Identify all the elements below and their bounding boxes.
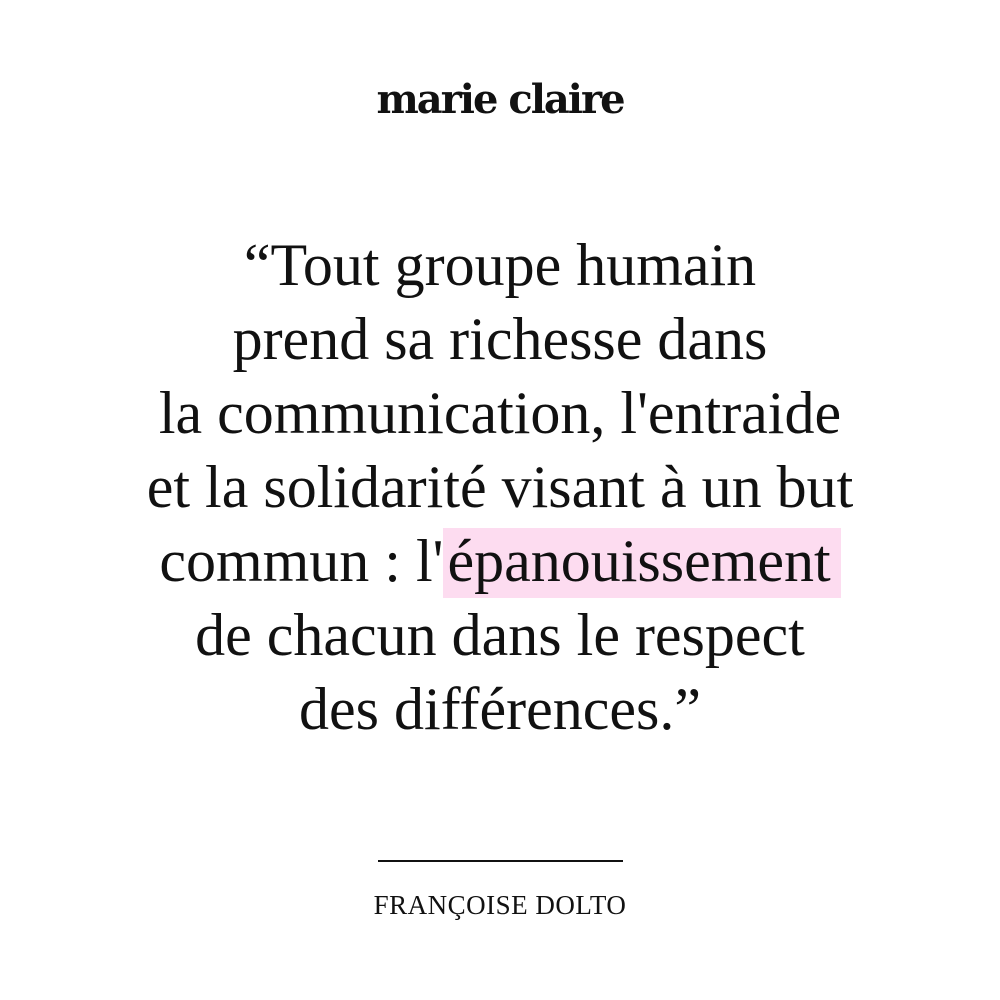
quote-line: de chacun dans le respect bbox=[195, 602, 805, 668]
quote-line: la communication, l'entraide bbox=[158, 380, 842, 446]
quote-line: commun : l'épanouissement bbox=[40, 524, 960, 598]
author-name: FRANÇOISE DOLTO bbox=[373, 890, 627, 920]
quote-line: et la solidarité visant à un but bbox=[146, 454, 854, 520]
quote-line: “Tout groupe humain bbox=[243, 232, 757, 298]
quote-text: “Tout groupe humain prend sa richesse da… bbox=[40, 228, 960, 746]
marie-claire-logo: marie claire bbox=[376, 76, 625, 123]
quote-line-prefix: commun : l' bbox=[159, 528, 444, 594]
quote-line: des différences.” bbox=[298, 676, 701, 742]
author-divider bbox=[378, 860, 623, 862]
highlighted-word: épanouissement bbox=[443, 528, 841, 598]
quote-line: prend sa richesse dans bbox=[232, 306, 768, 372]
